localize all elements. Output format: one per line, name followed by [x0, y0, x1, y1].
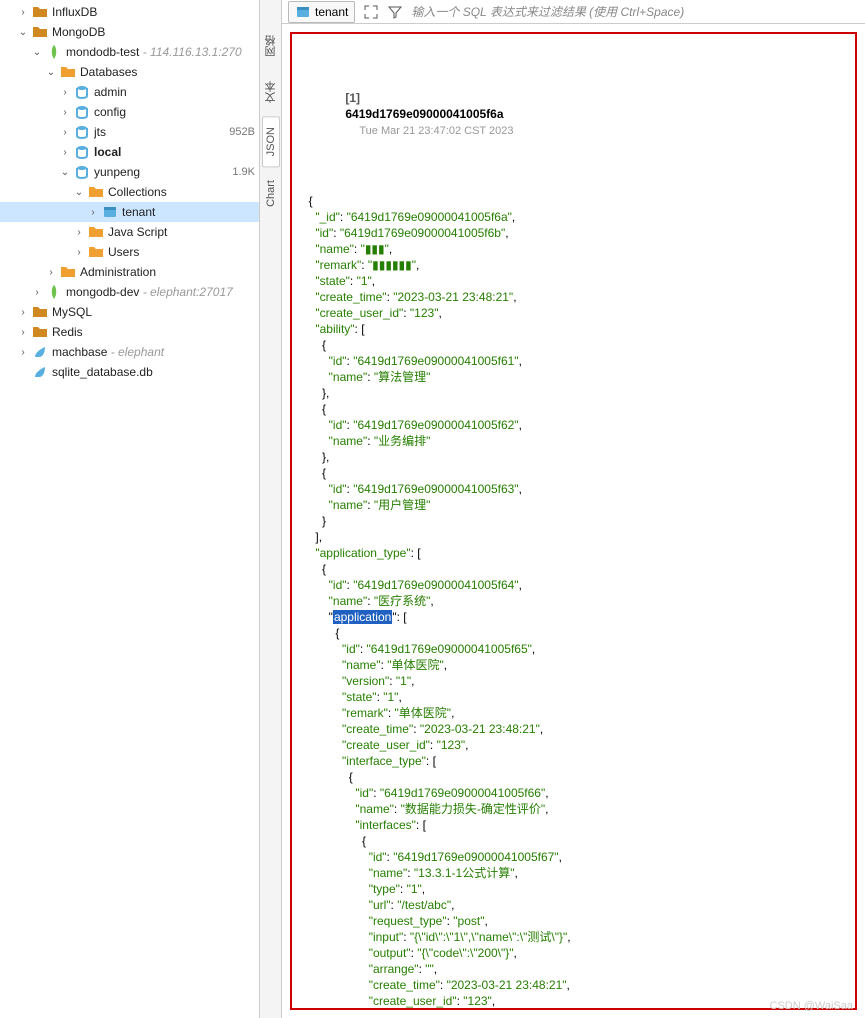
mongo-icon [46, 44, 62, 60]
chevron-icon[interactable]: › [18, 307, 28, 318]
tree-label: yunpeng [94, 165, 228, 179]
tree-item[interactable]: › tenant [0, 202, 259, 222]
mongo-icon [46, 284, 62, 300]
chevron-icon[interactable]: › [32, 287, 42, 298]
tree-item[interactable]: › Users [0, 242, 259, 262]
chevron-icon[interactable]: ⌄ [46, 67, 56, 78]
view-tab[interactable]: Chart [262, 169, 280, 218]
chevron-icon[interactable]: › [74, 227, 84, 238]
tree-item[interactable]: ⌄ mondodb-test - 114.116.13.1:270 [0, 42, 259, 62]
tree-item[interactable]: ⌄ MongoDB [0, 22, 259, 42]
filter-input[interactable]: 输入一个 SQL 表达式来过滤结果 (使用 Ctrl+Space) [411, 3, 859, 20]
view-tab[interactable]: JSON [262, 116, 280, 167]
db-icon [74, 164, 90, 180]
view-tab[interactable]: 网格 [260, 24, 282, 68]
tree-item[interactable]: › Administration [0, 262, 259, 282]
chevron-icon[interactable]: › [88, 207, 98, 218]
doc-timestamp: Tue Mar 21 23:47:02 CST 2023 [359, 125, 513, 137]
view-tab[interactable]: 文本 [260, 70, 282, 114]
expand-icon[interactable] [363, 4, 379, 20]
tree-item[interactable]: › config [0, 102, 259, 122]
folder-dark-icon [32, 304, 48, 320]
chevron-icon[interactable]: ⌄ [74, 187, 84, 198]
db-tree: › InfluxDB ⌄ MongoDB ⌄ mondodb-test - 114.116… [0, 0, 260, 1018]
tree-item[interactable]: › admin [0, 82, 259, 102]
tree-label: machbase - elephant [52, 345, 255, 359]
view-mode-tabs: 网格文本 JSON Chart [260, 0, 282, 1018]
tree-item[interactable]: ⌄ yunpeng 1.9K [0, 162, 259, 182]
tab-label: tenant [315, 5, 348, 19]
folder-icon [88, 244, 104, 260]
chevron-icon[interactable]: › [60, 127, 70, 138]
doc-oid: 6419d1769e09000041005f6a [345, 107, 503, 121]
db-icon [74, 144, 90, 160]
tree-item[interactable]: › Redis [0, 322, 259, 342]
tree-item[interactable]: sqlite_database.db [0, 362, 259, 382]
size-badge: 1.9K [232, 166, 255, 178]
table-icon [295, 4, 311, 20]
doc-header: [1] 6419d1769e09000041005f6a Tue Mar 21 … [302, 74, 849, 155]
json-document[interactable]: [1] 6419d1769e09000041005f6a Tue Mar 21 … [290, 32, 857, 1010]
tree-label: Collections [108, 185, 255, 199]
chevron-icon[interactable]: › [60, 87, 70, 98]
folder-icon [88, 224, 104, 240]
tree-label: config [94, 105, 255, 119]
active-tab[interactable]: tenant [288, 1, 355, 23]
tree-item[interactable]: › InfluxDB [0, 2, 259, 22]
tree-label: jts [94, 125, 225, 139]
toolbar: tenant 输入一个 SQL 表达式来过滤结果 (使用 Ctrl+Space) [282, 0, 865, 24]
db-icon [74, 84, 90, 100]
chevron-icon[interactable]: › [46, 267, 56, 278]
folder-dark-icon [32, 24, 48, 40]
tree-item[interactable]: ⌄ Collections [0, 182, 259, 202]
tree-item[interactable]: › machbase - elephant [0, 342, 259, 362]
folder-icon [60, 264, 76, 280]
tree-label: Administration [80, 265, 255, 279]
tree-label: sqlite_database.db [52, 365, 255, 379]
tree-item[interactable]: › local [0, 142, 259, 162]
tree-item[interactable]: ⌄ Databases [0, 62, 259, 82]
chevron-icon[interactable]: › [18, 347, 28, 358]
table-icon [102, 204, 118, 220]
tree-item[interactable]: › jts 952B [0, 122, 259, 142]
tree-label: Databases [80, 65, 255, 79]
chevron-icon[interactable]: ⌄ [32, 47, 42, 58]
size-badge: 952B [229, 126, 255, 138]
tree-label: mongodb-dev - elephant:27017 [66, 285, 255, 299]
tree-label: Java Script [108, 225, 255, 239]
chevron-icon[interactable]: › [74, 247, 84, 258]
tree-label: tenant [122, 205, 255, 219]
tree-label: admin [94, 85, 255, 99]
chevron-icon[interactable]: › [60, 147, 70, 158]
chevron-icon[interactable]: › [18, 327, 28, 338]
doc-index: [1] [345, 91, 360, 105]
tree-label: local [94, 145, 255, 159]
tree-item[interactable]: › mongodb-dev - elephant:27017 [0, 282, 259, 302]
db-icon [74, 104, 90, 120]
watermark: CSDN @WaiSaa [770, 1000, 854, 1012]
tree-item[interactable]: › MySQL [0, 302, 259, 322]
chevron-icon[interactable]: › [18, 7, 28, 18]
tree-label: mondodb-test - 114.116.13.1:270 [66, 45, 255, 59]
filter-icon[interactable] [387, 4, 403, 20]
tree-label: InfluxDB [52, 5, 255, 19]
chevron-icon[interactable]: ⌄ [60, 167, 70, 178]
folder-icon [60, 64, 76, 80]
chevron-icon[interactable]: › [60, 107, 70, 118]
tree-label: Redis [52, 325, 255, 339]
folder-dark-icon [32, 4, 48, 20]
folder-dark-icon [32, 324, 48, 340]
folder-icon [88, 184, 104, 200]
leaf-icon [32, 344, 48, 360]
tree-label: Users [108, 245, 255, 259]
tree-label: MongoDB [52, 25, 255, 39]
tree-item[interactable]: › Java Script [0, 222, 259, 242]
json-body[interactable]: { "_id": "6419d1769e09000041005f6a", "id… [302, 193, 849, 1010]
chevron-icon[interactable]: ⌄ [18, 27, 28, 38]
tree-label: MySQL [52, 305, 255, 319]
leaf-icon [32, 364, 48, 380]
db-icon [74, 124, 90, 140]
main-panel: tenant 输入一个 SQL 表达式来过滤结果 (使用 Ctrl+Space)… [282, 0, 865, 1018]
